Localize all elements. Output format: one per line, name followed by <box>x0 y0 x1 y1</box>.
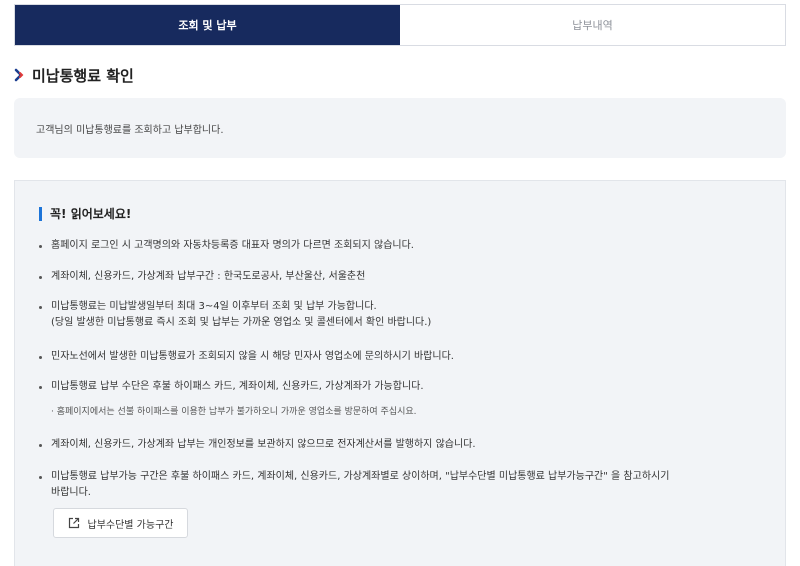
notice-sub-text: · 홈페이지에서는 선불 하이패스를 이용한 납부가 불가하오니 가까운 영업소… <box>51 407 417 417</box>
notice-item: 민자노선에서 발생한 미납통행료가 조회되지 않을 시 해당 민자사 영업소에 … <box>39 349 771 365</box>
bullet-icon <box>39 386 42 389</box>
bullet-icon <box>39 476 42 479</box>
notice-item-text: (당일 발생한 미납통행료 즉시 조회 및 납부는 가까운 영업소 및 콜센터에… <box>51 317 432 328</box>
notice-item-text: 계좌이체, 신용카드, 가상계좌 납부는 개인정보를 보관하지 않으므로 전자계… <box>51 439 476 450</box>
page-title: 미납통행료 확인 <box>32 66 134 85</box>
payment-range-button-label: 납부수단별 가능구간 <box>87 519 174 531</box>
notice-panel: 꼭! 읽어보세요! 홈페이지 로그인 시 고객명의와 자동차등록증 대표자 명의… <box>14 180 786 566</box>
notice-item-text: 바랍니다. <box>51 487 91 498</box>
notice-item-text: 미납통행료 납부 수단은 후불 하이패스 카드, 계좌이체, 신용카드, 가상계… <box>51 381 424 392</box>
notice-item: 미납통행료 납부 수단은 후불 하이패스 카드, 계좌이체, 신용카드, 가상계… <box>39 379 771 395</box>
tab-inquiry-payment[interactable]: 조회 및 납부 <box>15 5 400 45</box>
notice-item: 홈페이지 로그인 시 고객명의와 자동차등록증 대표자 명의가 다르면 조회되지… <box>39 238 771 254</box>
notice-header: 꼭! 읽어보세요! <box>39 205 131 222</box>
bullet-icon <box>39 444 42 447</box>
info-panel: 고객님의 미납통행료를 조회하고 납부합니다. <box>14 98 786 158</box>
bullet-icon <box>39 356 42 359</box>
notice-item-text: 민자노선에서 발생한 미납통행료가 조회되지 않을 시 해당 민자사 영업소에 … <box>51 351 454 362</box>
external-link-icon <box>68 517 79 529</box>
bullet-icon <box>39 276 42 279</box>
notice-item-text: 미납통행료는 미납발생일부터 최대 3~4일 이후부터 조회 및 납부 가능합니… <box>51 301 377 312</box>
accent-bar <box>39 206 42 221</box>
section-header: 미납통행료 확인 <box>14 64 134 86</box>
notice-item: 계좌이체, 신용카드, 가상계좌 납부구간 : 한국도로공사, 부산울산, 서울… <box>39 269 771 285</box>
notice-item-text: 홈페이지 로그인 시 고객명의와 자동차등록증 대표자 명의가 다르면 조회되지… <box>51 240 414 251</box>
tab-payment-history[interactable]: 납부내역 <box>400 5 785 45</box>
tab-bar: 조회 및 납부 납부내역 <box>14 4 786 46</box>
bullet-icon <box>39 306 42 309</box>
notice-title: 꼭! 읽어보세요! <box>50 207 132 221</box>
info-text: 고객님의 미납통행료를 조회하고 납부합니다. <box>36 125 224 136</box>
notice-item: 미납통행료는 미납발생일부터 최대 3~4일 이후부터 조회 및 납부 가능합니… <box>39 299 771 331</box>
bullet-icon <box>39 245 42 248</box>
notice-item-text: 계좌이체, 신용카드, 가상계좌 납부구간 : 한국도로공사, 부산울산, 서울… <box>51 271 366 282</box>
payment-range-button[interactable]: 납부수단별 가능구간 <box>53 508 188 538</box>
notice-item: 계좌이체, 신용카드, 가상계좌 납부는 개인정보를 보관하지 않으므로 전자계… <box>39 437 771 453</box>
notice-item: 미납통행료 납부가능 구간은 후불 하이패스 카드, 계좌이체, 신용카드, 가… <box>39 469 771 501</box>
notice-item-text: 미납통행료 납부가능 구간은 후불 하이패스 카드, 계좌이체, 신용카드, 가… <box>51 471 670 482</box>
chevron-right-icon <box>14 68 24 82</box>
